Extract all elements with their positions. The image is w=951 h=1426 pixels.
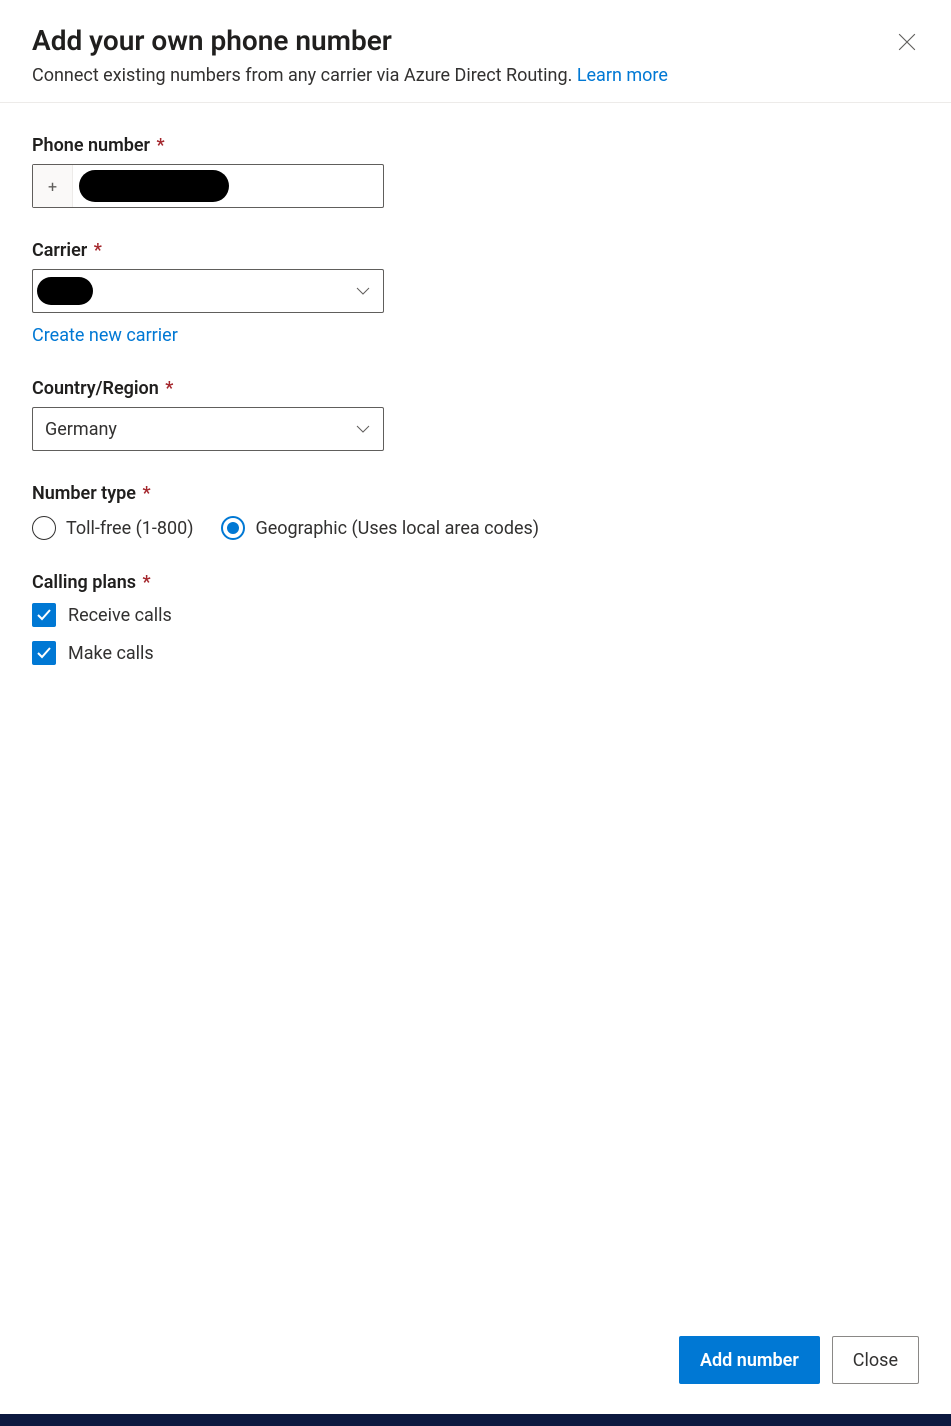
phone-number-label-text: Phone number xyxy=(32,135,150,156)
checkbox-make-calls[interactable]: Make calls xyxy=(32,641,919,665)
page-subtitle: Connect existing numbers from any carrie… xyxy=(32,65,919,86)
calling-plans-field: Calling plans * Receive calls Make calls xyxy=(32,572,919,665)
checkbox-label-receive: Receive calls xyxy=(68,605,172,626)
country-label: Country/Region * xyxy=(32,378,919,399)
country-field: Country/Region * Germany xyxy=(32,378,919,451)
number-type-field: Number type * Toll-free (1-800) Geograph… xyxy=(32,483,919,540)
calling-plans-label: Calling plans * xyxy=(32,572,919,593)
carrier-field: Carrier * Create new carrier xyxy=(32,240,919,346)
chevron-down-icon xyxy=(355,283,371,299)
required-asterisk: * xyxy=(161,378,174,399)
country-value: Germany xyxy=(45,419,355,440)
radio-circle-selected xyxy=(221,516,245,540)
phone-number-label: Phone number * xyxy=(32,135,919,156)
radio-circle xyxy=(32,516,56,540)
checkmark-icon xyxy=(36,645,52,661)
checkmark-icon xyxy=(36,607,52,623)
radio-geographic[interactable]: Geographic (Uses local area codes) xyxy=(221,516,539,540)
radio-label-toll-free: Toll-free (1-800) xyxy=(66,518,193,539)
country-label-text: Country/Region xyxy=(32,378,159,399)
country-select[interactable]: Germany xyxy=(32,407,384,451)
checkbox-box-checked xyxy=(32,641,56,665)
form-content: Phone number * + Carrier * Create new ca… xyxy=(0,103,951,665)
required-asterisk: * xyxy=(138,483,151,504)
radio-toll-free[interactable]: Toll-free (1-800) xyxy=(32,516,193,540)
close-button[interactable] xyxy=(895,30,919,54)
calling-plans-label-text: Calling plans xyxy=(32,572,136,593)
calling-plans-checkbox-group: Receive calls Make calls xyxy=(32,603,919,665)
panel-header: Add your own phone number Connect existi… xyxy=(0,0,951,103)
close-icon xyxy=(898,33,916,51)
learn-more-link[interactable]: Learn more xyxy=(577,65,668,86)
chevron-down-icon xyxy=(355,421,371,437)
required-asterisk: * xyxy=(138,572,151,593)
panel-footer: Add number Close xyxy=(679,1336,919,1384)
add-number-button[interactable]: Add number xyxy=(679,1336,820,1384)
number-type-radio-group: Toll-free (1-800) Geographic (Uses local… xyxy=(32,516,919,540)
phone-number-field: Phone number * + xyxy=(32,135,919,208)
required-asterisk: * xyxy=(152,135,165,156)
checkbox-label-make: Make calls xyxy=(68,643,154,664)
number-type-label: Number type * xyxy=(32,483,919,504)
bottom-bar xyxy=(0,1414,951,1426)
create-carrier-link[interactable]: Create new carrier xyxy=(32,325,178,346)
carrier-label-text: Carrier xyxy=(32,240,87,261)
phone-prefix: + xyxy=(33,165,73,207)
close-button-footer[interactable]: Close xyxy=(832,1336,919,1384)
radio-dot xyxy=(227,522,239,534)
checkbox-receive-calls[interactable]: Receive calls xyxy=(32,603,919,627)
radio-label-geographic: Geographic (Uses local area codes) xyxy=(255,518,539,539)
subtitle-text: Connect existing numbers from any carrie… xyxy=(32,65,577,86)
carrier-value-redacted xyxy=(37,277,93,305)
checkbox-box-checked xyxy=(32,603,56,627)
carrier-label: Carrier * xyxy=(32,240,919,261)
number-type-label-text: Number type xyxy=(32,483,136,504)
page-title: Add your own phone number xyxy=(32,24,919,57)
carrier-select[interactable] xyxy=(32,269,384,313)
phone-number-input-wrap[interactable]: + xyxy=(32,164,384,208)
phone-number-redacted xyxy=(79,170,229,202)
phone-input-container[interactable] xyxy=(73,165,383,207)
required-asterisk: * xyxy=(89,240,102,261)
